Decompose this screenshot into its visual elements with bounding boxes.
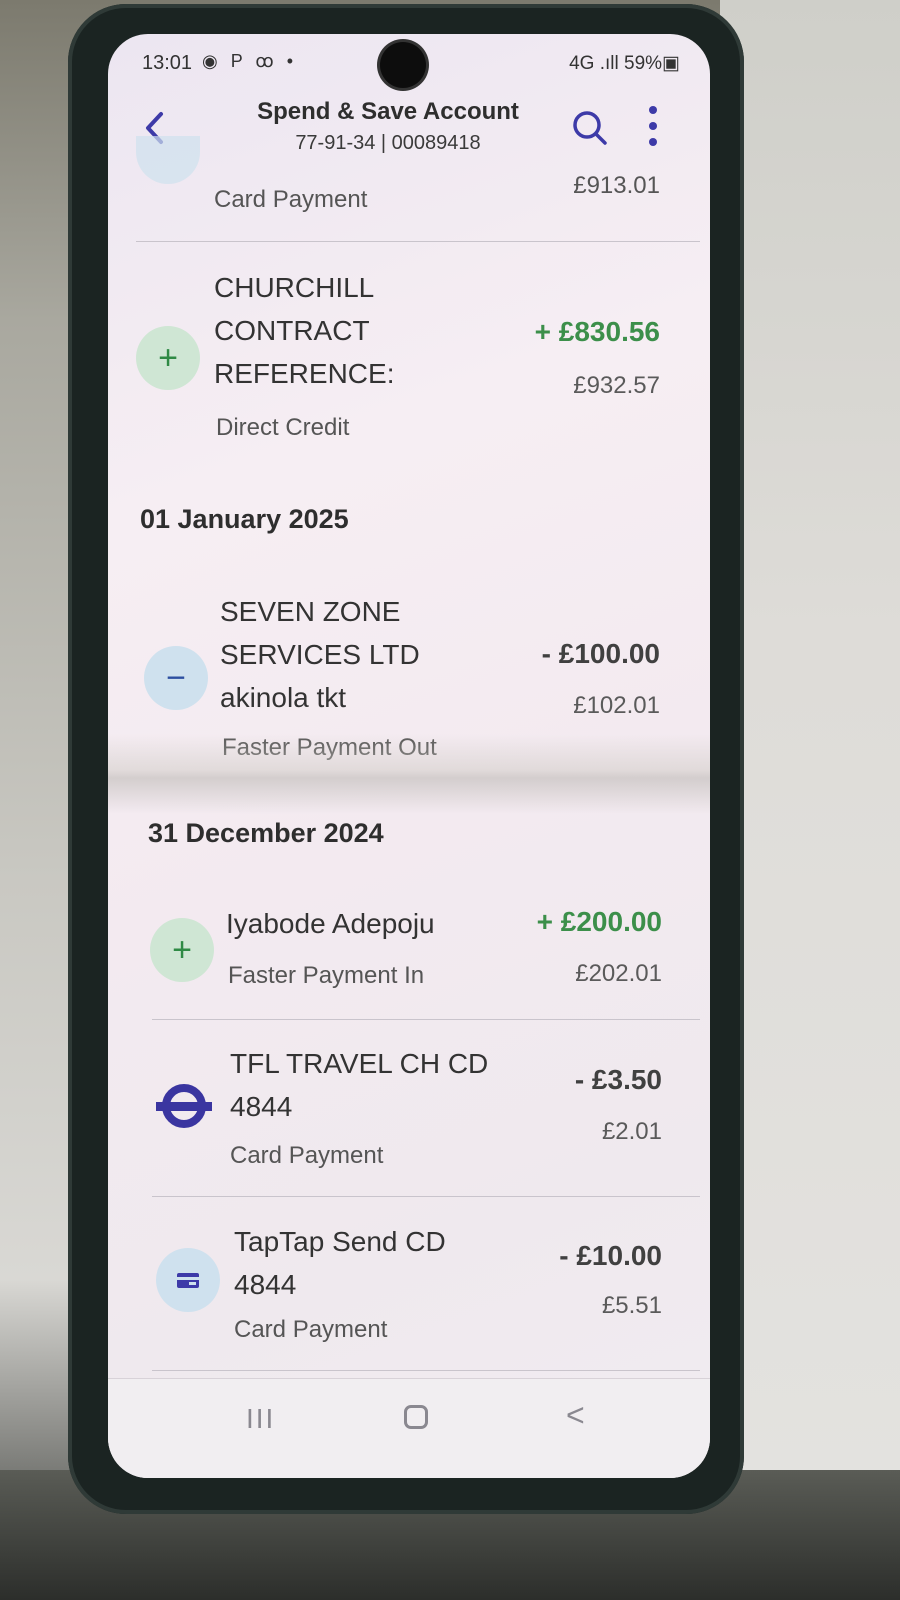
account-number: 77-91-34 | 00089418 [295, 132, 481, 154]
transaction-type: Card Payment [230, 1142, 384, 1169]
front-camera [380, 42, 426, 88]
transaction-type: Faster Payment In [228, 962, 425, 989]
transaction-type: Faster Payment Out [222, 734, 437, 761]
transaction-type: Direct Credit [216, 414, 350, 441]
tfl-roundel-icon [152, 1074, 216, 1138]
transaction-amount: - £3.50 [574, 1064, 662, 1095]
system-nav-bar: III < [108, 1378, 710, 1478]
partial-icon [136, 136, 200, 184]
transaction-balance: £913.01 [573, 172, 660, 199]
transaction-name: TapTap Send CD 4844 [234, 1226, 446, 1300]
background-surface [720, 0, 900, 1600]
minus-icon: − [144, 646, 208, 710]
home-button[interactable] [404, 1405, 428, 1429]
status-bar: 13:01 ◉ P ꝏ • 4G .ıll 59%▣ [108, 34, 710, 94]
plus-icon: + [150, 918, 214, 982]
transaction-balance: £932.57 [573, 372, 660, 399]
search-icon[interactable] [570, 108, 610, 148]
divider [152, 1370, 700, 1371]
date-header: 31 December 2024 [148, 818, 384, 848]
transaction-type: Card Payment [234, 1316, 388, 1343]
more-options-icon[interactable] [646, 106, 660, 150]
page-title: Spend & Save Account [257, 98, 519, 125]
transaction-balance: £102.01 [573, 692, 660, 719]
transaction-amount: + £830.56 [534, 316, 660, 347]
transaction-name: CHURCHILL CONTRACT REFERENCE: [214, 272, 395, 389]
transaction-balance: £5.51 [601, 1292, 662, 1319]
status-battery-signal: 4G .ıll 59%▣ [569, 53, 680, 74]
plus-icon: + [136, 326, 200, 390]
transaction-amount: - £10.00 [559, 1240, 662, 1271]
transaction-balance: £2.01 [601, 1118, 662, 1145]
transaction-type: Card Payment [214, 186, 368, 213]
card-icon [156, 1248, 220, 1312]
date-header: 01 January 2025 [140, 504, 349, 534]
transaction-balance: £202.01 [575, 960, 662, 987]
system-back-button[interactable]: < [566, 1397, 585, 1434]
transaction-amount: - £100.00 [541, 638, 660, 669]
transaction-name: Iyabode Adepoju [226, 908, 435, 939]
notification-icons: ◉ P ꝏ • [202, 51, 298, 71]
status-time: 13:01 [142, 52, 193, 74]
transaction-amount: + £200.00 [536, 906, 662, 937]
phone-screen: 13:01 ◉ P ꝏ • 4G .ıll 59%▣ Spend & Save … [108, 34, 710, 1478]
transaction-name: SEVEN ZONE SERVICES LTD akinola tkt [220, 596, 420, 713]
recent-apps-button[interactable]: III [246, 1403, 275, 1435]
